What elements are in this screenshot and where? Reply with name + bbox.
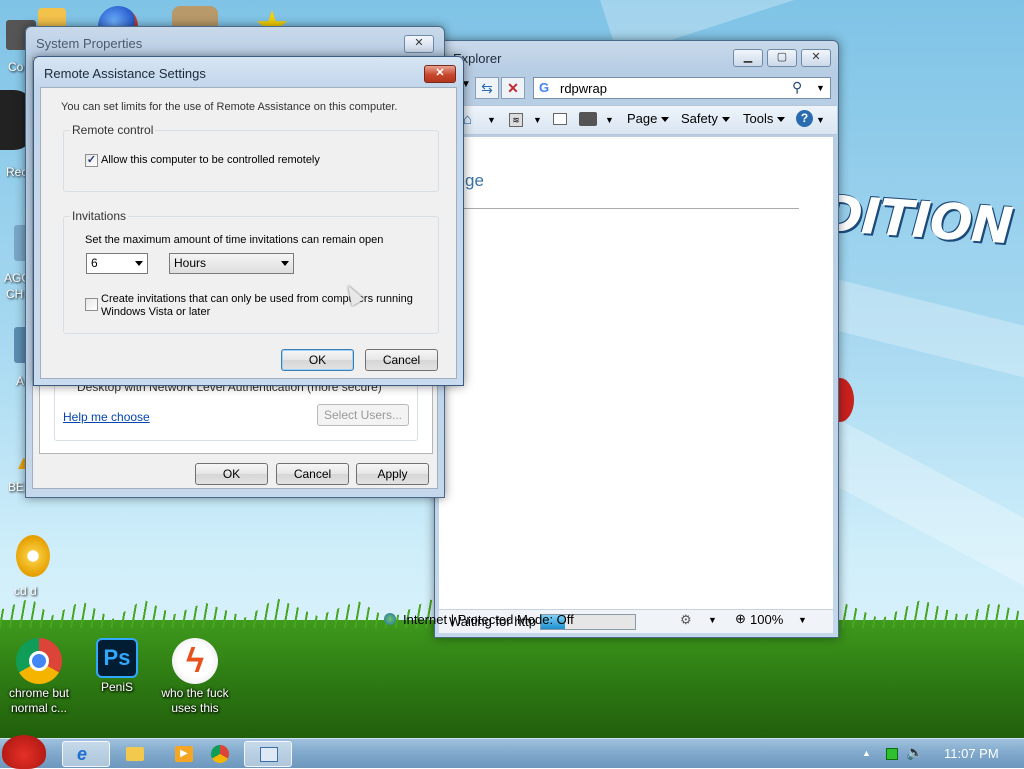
ie-window: Explorer ▁ ▢ ✕ ▼ ⇆ ✕ G rdpwrap ⚲ ▼ ⌂ ▼ ≋… <box>434 40 839 638</box>
vista-only-label-line2: Windows Vista or later <box>101 306 211 318</box>
time-amount-value: 6 <box>91 256 98 270</box>
remote-control-legend: Remote control <box>70 123 156 137</box>
clock[interactable]: 11:07 PM <box>944 746 999 761</box>
zoom-icon[interactable]: ⊕ <box>735 611 746 627</box>
maximize-button[interactable]: ▢ <box>767 49 797 67</box>
vista-only-label-line1: Create invitations that can only be used… <box>101 293 413 305</box>
help-me-choose-link[interactable]: Help me choose <box>63 410 150 424</box>
taskbar-system-properties-button[interactable] <box>244 741 292 767</box>
vista-only-label[interactable]: Create invitations that can only be used… <box>101 293 421 319</box>
desktop-shortcut-flash[interactable]: ϟ who the fuck uses this <box>158 638 232 716</box>
search-icon[interactable]: ⚲ <box>792 79 802 96</box>
feeds-dropdown-icon[interactable]: ▼ <box>533 115 542 125</box>
tools-menu-label: Tools <box>743 111 774 126</box>
system-properties-title: System Properties <box>36 36 143 51</box>
print-icon[interactable] <box>579 112 597 126</box>
desktop-icon-ch[interactable]: CH <box>6 287 23 301</box>
taskbar-ie-button[interactable]: e <box>62 741 110 767</box>
remote-control-group: Remote control ✓ Allow this computer to … <box>63 123 439 192</box>
volume-icon[interactable]: 🔈 <box>906 744 923 761</box>
system-properties-icon <box>260 747 278 762</box>
checkmark-icon: ✓ <box>86 154 97 166</box>
help-dropdown-icon[interactable]: ▼ <box>816 115 825 125</box>
network-icon[interactable] <box>886 748 898 760</box>
max-time-label: Set the maximum amount of time invitatio… <box>85 234 384 246</box>
time-unit-select[interactable]: Hours <box>169 253 294 274</box>
zoom-dropdown-icon[interactable]: ▼ <box>798 615 807 625</box>
photoshop-icon: Ps <box>96 638 138 678</box>
protected-dropdown-icon[interactable]: ▼ <box>708 615 717 625</box>
chrome-icon <box>211 745 229 763</box>
remote-assistance-dialog: Remote Assistance Settings ✕ You can set… <box>33 56 464 386</box>
page-heading: ge <box>465 171 484 190</box>
stop-icon[interactable]: ✕ <box>501 77 525 99</box>
chrome-icon <box>16 638 62 684</box>
home-dropdown-icon[interactable]: ▼ <box>487 115 496 125</box>
desktop-icon-cd[interactable]: cd d <box>14 584 37 598</box>
feeds-icon[interactable]: ≋ <box>509 113 523 127</box>
cancel-button[interactable]: Cancel <box>365 349 438 371</box>
flash-icon: ϟ <box>172 638 218 684</box>
page-menu-label: Page <box>627 111 658 126</box>
minimize-button[interactable]: ▁ <box>733 49 763 67</box>
desktop-shortcut-chrome[interactable]: chrome but normal c... <box>2 638 76 716</box>
globe-icon <box>384 613 396 625</box>
taskbar-explorer-button[interactable] <box>112 741 160 767</box>
close-button[interactable]: ✕ <box>801 49 831 67</box>
select-users-button[interactable]: Select Users... <box>317 404 409 426</box>
invitations-group: Invitations Set the maximum amount of ti… <box>63 209 439 334</box>
desktop-icon-be[interactable]: BE <box>8 480 24 494</box>
taskbar: e ▶ ▲ 🔈 11:07 PM <box>0 735 1024 769</box>
safety-menu-label: Safety <box>681 111 718 126</box>
invitations-legend: Invitations <box>70 209 129 223</box>
time-amount-select[interactable]: 6 <box>86 253 148 274</box>
shortcut-label: PeniS <box>100 680 134 694</box>
tools-menu[interactable]: Tools <box>743 111 786 126</box>
desktop-icon-co[interactable]: Co <box>8 60 23 74</box>
heading-divider <box>459 208 799 209</box>
time-unit-value: Hours <box>174 256 207 270</box>
intro-text: You can set limits for the use of Remote… <box>61 101 398 113</box>
dialog-title: Remote Assistance Settings <box>44 66 206 81</box>
ie-icon: e <box>77 744 88 764</box>
protected-mode-icon[interactable]: ⚙ <box>680 612 692 628</box>
show-hidden-icons[interactable]: ▲ <box>862 748 871 758</box>
zoom-level[interactable]: 100% <box>750 612 783 627</box>
mail-icon[interactable] <box>553 113 567 125</box>
close-button[interactable]: ✕ <box>424 65 456 83</box>
folder-icon <box>126 747 144 761</box>
search-dropdown-icon[interactable]: ▼ <box>816 83 825 93</box>
close-button[interactable]: ✕ <box>404 35 434 53</box>
shortcut-label: chrome but normal c... <box>8 686 70 715</box>
home-icon[interactable]: ⌂ <box>463 111 472 128</box>
taskbar-chrome-button[interactable] <box>196 741 244 767</box>
zone-text: Internet | Protected Mode: Off <box>403 612 574 627</box>
page-menu[interactable]: Page <box>627 111 670 126</box>
cancel-button[interactable]: Cancel <box>276 463 349 485</box>
search-box[interactable]: G rdpwrap ⚲ ▼ <box>533 77 831 99</box>
google-icon: G <box>539 80 550 95</box>
ie-content: ge <box>439 137 833 609</box>
shortcut-label: who the fuck uses this <box>161 686 229 715</box>
print-dropdown-icon[interactable]: ▼ <box>605 115 614 125</box>
vista-only-checkbox[interactable] <box>85 298 98 311</box>
cd-icon[interactable] <box>16 535 50 577</box>
refresh-icon[interactable]: ⇆ <box>475 77 499 99</box>
allow-control-checkbox[interactable]: ✓ <box>85 154 98 167</box>
safety-menu[interactable]: Safety <box>681 111 730 126</box>
start-button-icon[interactable] <box>2 735 46 769</box>
dialog-body: You can set limits for the use of Remote… <box>40 87 457 379</box>
apply-button[interactable]: Apply <box>356 463 429 485</box>
search-input[interactable]: rdpwrap <box>560 81 607 96</box>
ok-button[interactable]: OK <box>281 349 354 371</box>
desktop-shortcut-photoshop[interactable]: Ps PeniS <box>80 638 154 695</box>
ok-button[interactable]: OK <box>195 463 268 485</box>
help-icon[interactable]: ? <box>796 110 813 127</box>
media-player-icon: ▶ <box>175 746 193 762</box>
allow-control-label[interactable]: Allow this computer to be controlled rem… <box>101 154 320 166</box>
desktop-icon-a[interactable]: A <box>16 374 24 388</box>
